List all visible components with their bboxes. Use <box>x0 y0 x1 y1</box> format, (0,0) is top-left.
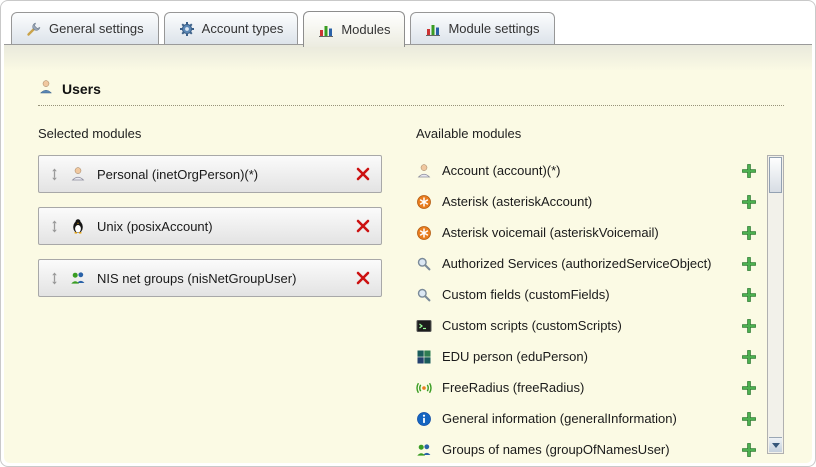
lam-config-window: General settings Account types Modules M… <box>0 0 816 467</box>
tab-bar: General settings Account types Modules M… <box>1 1 815 44</box>
plus-icon[interactable] <box>741 411 757 427</box>
tab-label: Module settings <box>448 21 539 36</box>
selected-module-label: NIS net groups (nisNetGroupUser) <box>97 271 296 286</box>
person-icon <box>70 166 86 182</box>
available-module-label: Authorized Services (authorizedServiceOb… <box>442 256 733 271</box>
grid-icon <box>416 349 432 365</box>
tab-label: General settings <box>49 21 144 36</box>
selected-modules-heading: Selected modules <box>38 126 416 141</box>
plus-icon[interactable] <box>741 287 757 303</box>
available-module-label: Account (account)(*) <box>442 163 733 178</box>
magnifier-icon <box>416 287 432 303</box>
antenna-icon <box>416 380 432 396</box>
plus-icon[interactable] <box>741 225 757 241</box>
section-heading: Users <box>38 79 784 98</box>
drag-handle-icon[interactable] <box>49 271 60 286</box>
available-module-label: FreeRadius (freeRadius) <box>442 380 733 395</box>
available-module-row: Asterisk voicemail (asteriskVoicemail) <box>416 217 757 248</box>
available-module-row: EDU person (eduPerson) <box>416 341 757 372</box>
group-icon <box>416 442 432 458</box>
tab-label: Account types <box>202 21 284 36</box>
selected-module-row[interactable]: Personal (inetOrgPerson)(*) <box>38 155 382 193</box>
penguin-icon <box>70 218 86 234</box>
scroll-thumb[interactable] <box>769 157 782 193</box>
plus-icon[interactable] <box>741 256 757 272</box>
selected-module-row[interactable]: NIS net groups (nisNetGroupUser) <box>38 259 382 297</box>
available-module-label: Custom fields (customFields) <box>442 287 733 302</box>
delete-icon[interactable] <box>355 270 371 286</box>
gear-icon <box>179 21 195 37</box>
plus-icon[interactable] <box>741 163 757 179</box>
selected-module-row[interactable]: Unix (posixAccount) <box>38 207 382 245</box>
modules-panel: Users Selected modules Personal (inetOrg… <box>4 44 812 463</box>
scroll-down-icon <box>772 443 780 448</box>
available-module-label: Groups of names (groupOfNamesUser) <box>442 442 733 457</box>
scroll-down-button[interactable] <box>769 437 782 452</box>
tab-label: Modules <box>341 22 390 37</box>
available-module-label: Custom scripts (customScripts) <box>442 318 733 333</box>
tab-general-settings[interactable]: General settings <box>11 12 159 44</box>
tab-module-settings[interactable]: Module settings <box>410 12 554 44</box>
plus-icon[interactable] <box>741 442 757 458</box>
chart-icon <box>425 21 441 37</box>
plus-icon[interactable] <box>741 349 757 365</box>
section-divider <box>38 105 784 106</box>
available-module-row: Account (account)(*) <box>416 155 757 186</box>
available-module-row: General information (generalInformation) <box>416 403 757 434</box>
available-module-row: Asterisk (asteriskAccount) <box>416 186 757 217</box>
plus-icon[interactable] <box>741 380 757 396</box>
selected-module-label: Personal (inetOrgPerson)(*) <box>97 167 258 182</box>
available-modules-scrollbar[interactable] <box>767 155 784 454</box>
drag-handle-icon[interactable] <box>49 219 60 234</box>
info-icon <box>416 411 432 427</box>
available-module-row: Groups of names (groupOfNamesUser) <box>416 434 757 465</box>
available-module-row: Custom scripts (customScripts) <box>416 310 757 341</box>
chart-icon <box>318 22 334 38</box>
available-module-row: FreeRadius (freeRadius) <box>416 372 757 403</box>
drag-handle-icon[interactable] <box>49 167 60 182</box>
wrench-icon <box>26 21 42 37</box>
delete-icon[interactable] <box>355 218 371 234</box>
tab-account-types[interactable]: Account types <box>164 12 299 44</box>
magnifier-icon <box>416 256 432 272</box>
person-icon <box>416 163 432 179</box>
tab-modules[interactable]: Modules <box>303 11 405 47</box>
section-title: Users <box>62 81 101 97</box>
asterisk-icon <box>416 225 432 241</box>
available-module-label: General information (generalInformation) <box>442 411 733 426</box>
plus-icon[interactable] <box>741 318 757 334</box>
available-module-row: Custom fields (customFields) <box>416 279 757 310</box>
delete-icon[interactable] <box>355 166 371 182</box>
available-module-label: EDU person (eduPerson) <box>442 349 733 364</box>
terminal-icon <box>416 318 432 334</box>
user-icon <box>38 79 54 98</box>
group-icon <box>70 270 86 286</box>
asterisk-icon <box>416 194 432 210</box>
available-module-label: Asterisk (asteriskAccount) <box>442 194 733 209</box>
selected-module-label: Unix (posixAccount) <box>97 219 213 234</box>
available-module-label: Asterisk voicemail (asteriskVoicemail) <box>442 225 733 240</box>
plus-icon[interactable] <box>741 194 757 210</box>
available-modules-heading: Available modules <box>416 126 757 141</box>
available-module-row: Authorized Services (authorizedServiceOb… <box>416 248 757 279</box>
